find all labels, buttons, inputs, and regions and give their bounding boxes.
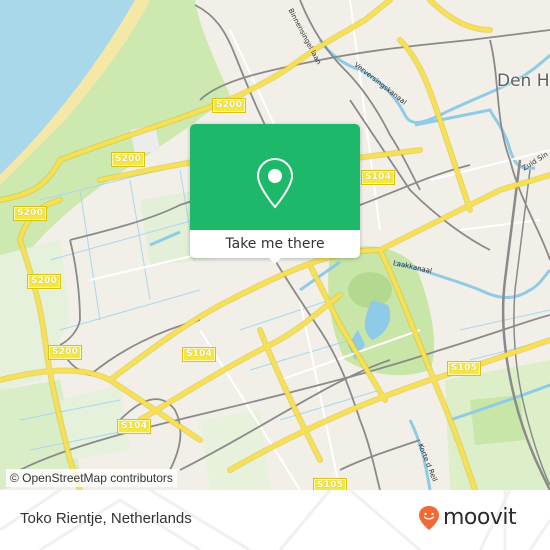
- map-attribution[interactable]: © OpenStreetMap contributors: [6, 469, 177, 487]
- road-label-s200: S200: [111, 152, 146, 167]
- popup-tail: [268, 257, 282, 264]
- moovit-logo[interactable]: moovit: [418, 505, 517, 531]
- place-label-den-haag: Den H: [497, 71, 550, 91]
- popup-header: [190, 124, 360, 230]
- take-me-there-button[interactable]: Take me there: [190, 230, 360, 258]
- road-label-s200: S200: [13, 206, 48, 221]
- road-label-s200: S200: [212, 98, 247, 113]
- map-pin-icon: [256, 157, 294, 209]
- moovit-wordmark: moovit: [443, 505, 517, 530]
- road-label-s104: S104: [117, 419, 152, 434]
- road-label-s200: S200: [27, 274, 62, 289]
- road-label-s105: S105: [447, 361, 482, 376]
- take-me-there-popup[interactable]: Take me there: [190, 124, 360, 264]
- road-label-s105: S105: [313, 478, 348, 490]
- road-label-s104: S104: [361, 170, 396, 185]
- moovit-pin-icon: [419, 506, 439, 530]
- road-label-s104: S104: [182, 347, 217, 362]
- road-label-s200: S200: [48, 345, 83, 360]
- place-name: Toko Rientje, Netherlands: [20, 510, 192, 527]
- map-view[interactable]: S200 S200 S200 S200 S200 S104 S104 S104 …: [0, 0, 550, 490]
